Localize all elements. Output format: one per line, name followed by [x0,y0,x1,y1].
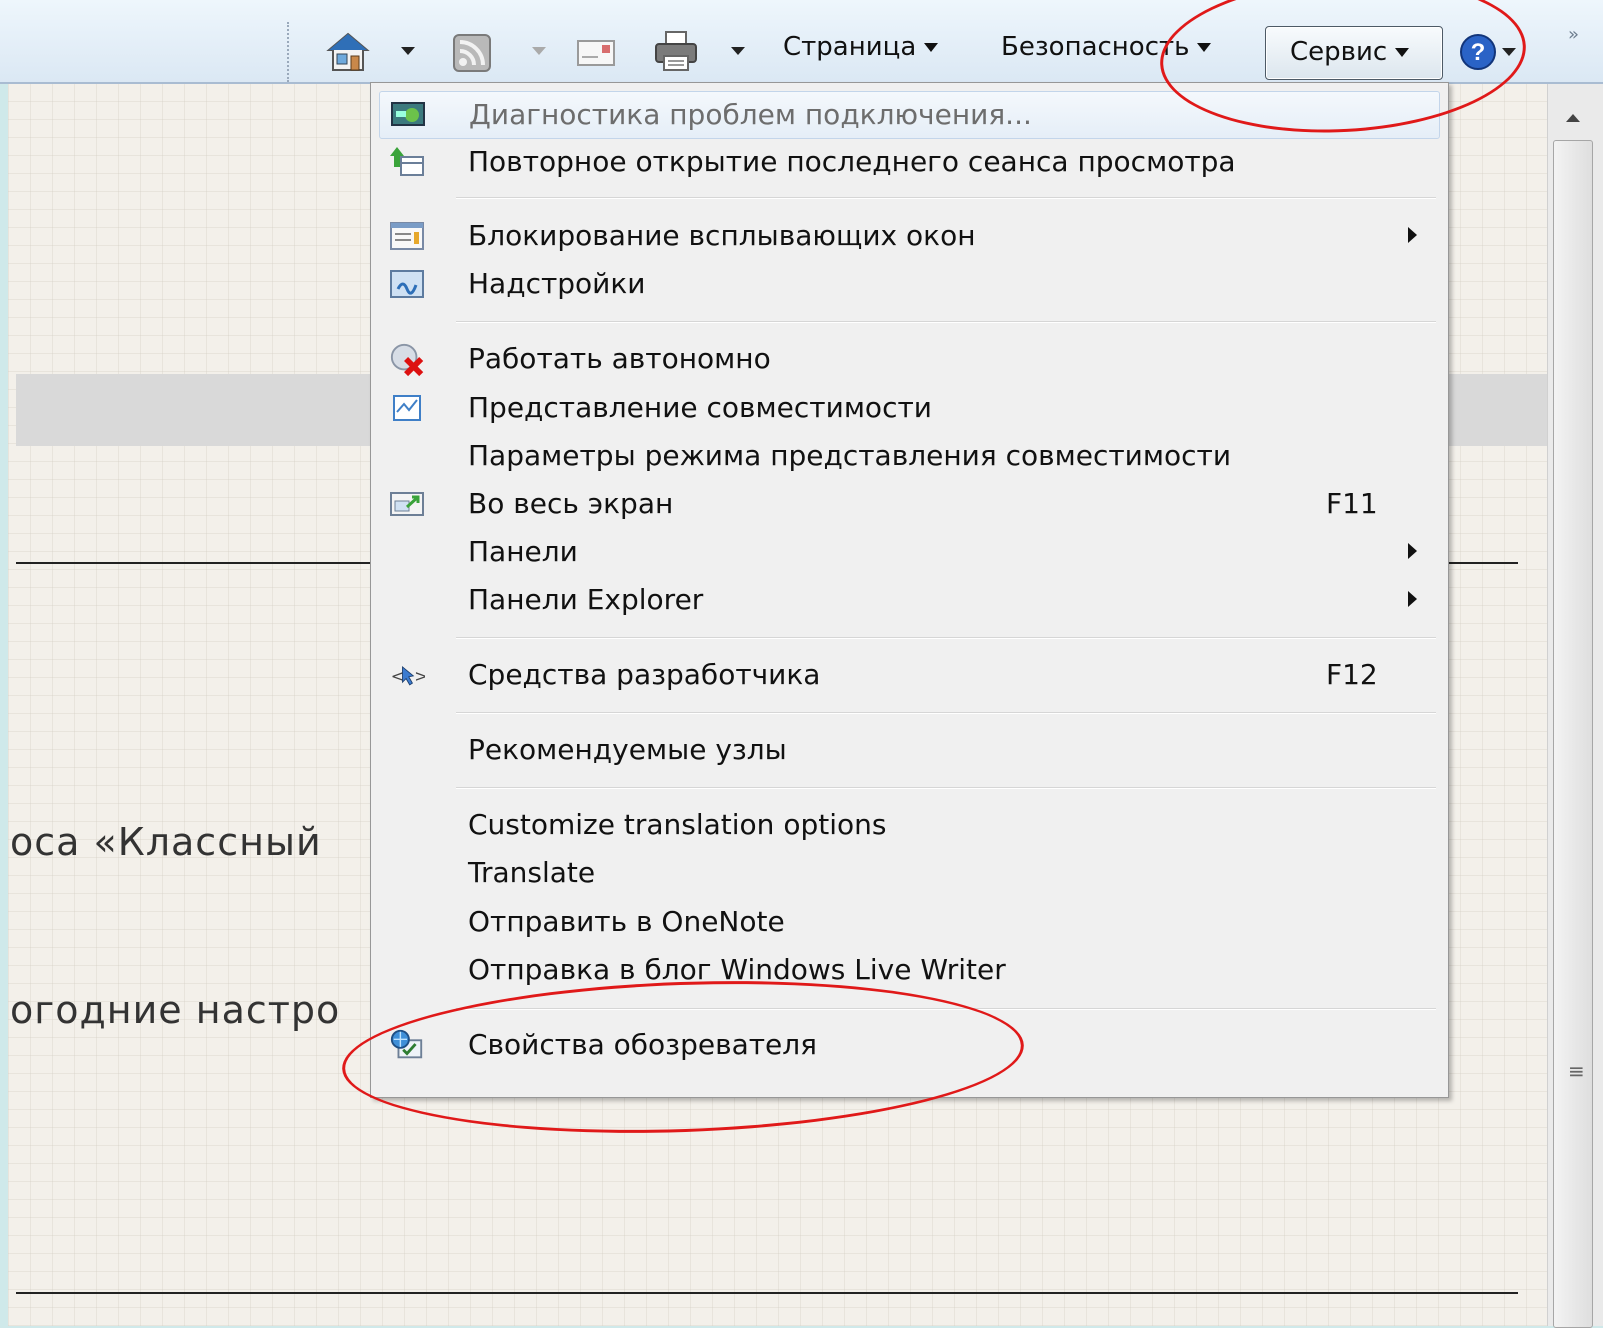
menu-separator [456,637,1436,639]
grip-icon: ≡ [1568,1059,1585,1083]
menu-item-label: Параметры режима представления совместим… [468,439,1232,472]
compatibility-view-icon [389,391,425,425]
menu-item-label: Translate [468,856,596,889]
vertical-scrollbar[interactable]: ≡ [1547,84,1603,1328]
menu-item-suggested-sites[interactable]: Рекомендуемые узлы [371,727,1448,773]
page-text-line: огодние настро [10,988,341,1032]
menu-item-compatibility-settings[interactable]: Параметры режима представления совместим… [371,433,1448,479]
menu-item-fullscreen[interactable]: Во весь экран F11 [371,481,1448,527]
popup-blocker-icon [389,219,425,253]
menu-item-compatibility-view[interactable]: Представление совместимости [371,385,1448,431]
work-offline-icon [389,342,425,377]
safety-menu-label: Безопасность [1001,32,1190,62]
page-menu-label: Страница [783,32,917,62]
menu-item-send-to-onenote[interactable]: Отправить в OneNote [371,899,1448,945]
scroll-up-arrow-icon[interactable] [1566,114,1580,122]
menu-item-reopen-session[interactable]: Повторное открытие последнего сеанса про… [371,139,1448,185]
menu-item-shortcut: F12 [1326,658,1378,691]
divider [16,1292,1518,1294]
feeds-icon[interactable] [452,33,492,73]
menu-separator [456,712,1436,714]
fullscreen-icon [389,487,425,521]
tools-menu-button[interactable]: Сервис [1265,26,1443,80]
menu-item-shortcut: F11 [1326,487,1378,520]
browser-window: Страница Безопасность Сервис ? » оса «Кл… [0,0,1603,1328]
mail-icon[interactable] [576,37,616,69]
toolbar-grip[interactable] [287,22,293,82]
menu-item-label: Свойства обозревателя [468,1028,818,1061]
addons-icon [389,267,425,301]
menu-item-label: Отправить в OneNote [468,905,785,938]
submenu-arrow-icon [1408,227,1417,243]
submenu-arrow-icon [1408,591,1417,607]
chevron-down-icon [1395,48,1410,57]
menu-item-label: Повторное открытие последнего сеанса про… [468,145,1236,178]
menu-item-internet-options[interactable]: Свойства обозревателя [371,1022,1448,1068]
menu-item-live-writer[interactable]: Отправка в блог Windows Live Writer [371,947,1448,993]
menu-item-label: Надстройки [468,267,646,300]
menu-separator [456,321,1436,323]
tools-dropdown-menu: Диагностика проблем подключения... Повто… [370,82,1449,1098]
menu-item-toolbars[interactable]: Панели [371,529,1448,575]
menu-item-addons[interactable]: Надстройки [371,261,1448,307]
menu-item-label: Отправка в блог Windows Live Writer [468,953,1006,986]
home-icon[interactable] [325,30,371,74]
developer-tools-icon: <> [389,658,425,692]
safety-menu-button[interactable]: Безопасность [1001,32,1212,62]
home-dropdown-arrow-icon[interactable] [401,47,415,55]
menu-separator [456,787,1436,789]
menu-item-label: Диагностика проблем подключения... [469,98,1032,131]
menu-separator [456,1008,1436,1010]
menu-item-label: Во весь экран [468,487,674,520]
menu-item-label: Рекомендуемые узлы [468,733,787,766]
menu-item-label: Панели [468,535,578,568]
command-bar: Страница Безопасность Сервис ? » [0,0,1603,84]
chevron-down-icon [1197,43,1212,52]
menu-item-label: Работать автономно [468,342,771,375]
menu-item-popup-blocker[interactable]: Блокирование всплывающих окон [371,213,1448,259]
help-dropdown-arrow-icon[interactable] [1502,48,1516,56]
menu-item-customize-translation[interactable]: Customize translation options [371,802,1448,848]
chevron-down-icon [924,43,939,52]
tools-menu-label: Сервис [1290,37,1388,67]
submenu-arrow-icon [1408,543,1417,559]
menu-separator [456,197,1436,199]
page-text-line: оса «Классный [10,820,322,864]
menu-item-label: Customize translation options [468,808,887,841]
scrollbar-thumb[interactable]: ≡ [1553,140,1593,1328]
menu-item-label: Представление совместимости [468,391,932,424]
menu-item-translate[interactable]: Translate [371,850,1448,896]
network-diagnostics-icon [390,98,426,132]
menu-item-diagnose-connection[interactable]: Диагностика проблем подключения... [379,91,1440,139]
reopen-session-icon [389,145,425,179]
page-menu-button[interactable]: Страница [783,32,939,62]
print-dropdown-arrow-icon[interactable] [731,47,745,55]
menu-item-label: Средства разработчика [468,658,821,691]
menu-item-label: Блокирование всплывающих окон [468,219,976,252]
svg-text:>: > [414,666,425,685]
feeds-dropdown-arrow-icon[interactable] [532,47,546,55]
svg-text:?: ? [1471,39,1486,66]
help-icon[interactable]: ? [1458,32,1498,72]
menu-item-explorer-bars[interactable]: Панели Explorer [371,577,1448,623]
print-icon[interactable] [652,30,700,74]
menu-item-developer-tools[interactable]: <> Средства разработчика F12 [371,652,1448,698]
toolbar-overflow-chevron-icon[interactable]: » [1568,24,1579,45]
menu-item-work-offline[interactable]: Работать автономно [371,336,1448,382]
menu-item-label: Панели Explorer [468,583,704,616]
internet-options-icon [389,1028,425,1062]
